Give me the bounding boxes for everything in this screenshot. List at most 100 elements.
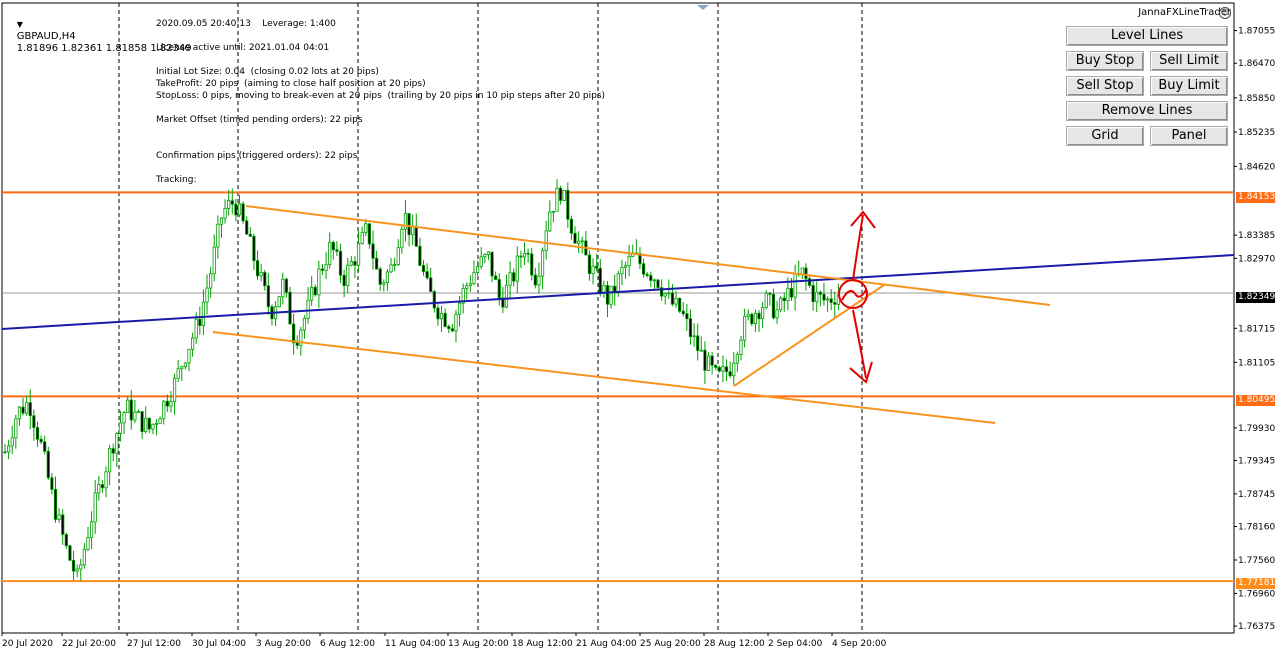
candle-body — [544, 230, 548, 252]
symbol-header: ▼ GBPAUD,H4 1.81896 1.82361 1.81858 1.82… — [4, 7, 192, 67]
chart-area[interactable]: 20 Jul 2020 22 Jul 20:00 27 Jul 12:00 30 Ju… — [0, 0, 1275, 652]
candle-body — [645, 273, 649, 276]
candle-body — [248, 233, 252, 237]
candle-body — [7, 445, 11, 453]
candle-body — [436, 307, 440, 320]
candle-body — [587, 254, 592, 275]
dropdown-triangle-icon[interactable]: ▼ — [17, 20, 23, 29]
candle-body — [169, 401, 173, 407]
candle-body — [302, 317, 307, 331]
scroll-marker-icon — [697, 5, 709, 10]
candle-body — [263, 272, 267, 287]
candle-body — [403, 213, 408, 230]
candle-body — [815, 291, 819, 303]
candle-body — [35, 427, 40, 440]
candle-body — [57, 514, 61, 520]
candle-body — [144, 417, 148, 432]
candle-body — [21, 406, 25, 414]
remove-lines-button[interactable]: Remove Lines — [1066, 101, 1228, 121]
grid-button[interactable]: Grid — [1066, 126, 1144, 146]
x-tick-label: 11 Aug 04:00 — [385, 639, 446, 649]
panel-button[interactable]: Panel — [1150, 126, 1228, 146]
candle-body — [771, 293, 776, 319]
candle-body — [580, 240, 584, 243]
candle-body — [627, 256, 631, 267]
candle-body — [118, 422, 123, 434]
candle-body — [443, 312, 447, 327]
candle-body — [111, 448, 115, 454]
brand-label: JannaFXLineTrader — [1138, 7, 1231, 18]
candle-body — [833, 302, 837, 305]
candle-body — [782, 297, 786, 302]
candle-body — [717, 366, 721, 372]
candle-body — [613, 285, 617, 293]
candle-body — [454, 313, 458, 332]
x-tick-label: 21 Aug 04:00 — [576, 639, 637, 649]
candle-body — [497, 279, 501, 299]
candle-body — [512, 272, 516, 282]
candle-body — [476, 266, 480, 273]
candle-body — [522, 252, 527, 258]
level-lines-button[interactable]: Level Lines — [1066, 26, 1228, 46]
y-tick-label: 1.87055 — [1238, 27, 1275, 37]
candle-body — [735, 354, 739, 364]
candle-body — [519, 255, 523, 258]
blue-trend-line — [1, 254, 1235, 330]
candle-body — [140, 411, 144, 432]
sell-limit-button[interactable]: Sell Limit — [1150, 51, 1228, 71]
candle-body — [284, 278, 289, 293]
candle-body — [602, 284, 606, 293]
buy-limit-button[interactable]: Buy Limit — [1150, 76, 1228, 96]
candle-body — [385, 271, 390, 284]
sell-stop-button[interactable]: Sell Stop — [1066, 76, 1144, 96]
candle-body — [591, 265, 595, 275]
candle-body — [320, 268, 325, 271]
candle-body — [165, 400, 169, 407]
candle-body — [328, 241, 332, 266]
candle-body — [825, 298, 830, 301]
x-tick-label: 25 Aug 20:00 — [640, 639, 701, 649]
candle-body — [696, 335, 700, 351]
candle-body — [3, 451, 7, 454]
candle-body — [425, 271, 429, 279]
candle-body — [187, 348, 191, 364]
candle-body — [241, 203, 245, 222]
candle-body — [732, 362, 736, 377]
candle-body — [230, 200, 234, 205]
candle-body — [530, 253, 534, 276]
candle-body — [400, 228, 404, 249]
candle-body — [82, 548, 86, 566]
candle-body — [746, 313, 750, 317]
candle-body — [775, 309, 779, 319]
candle-body — [699, 349, 703, 352]
candle-body — [25, 402, 29, 414]
candle-body — [598, 267, 602, 293]
candle-body — [786, 287, 790, 302]
candle-body — [555, 187, 559, 212]
candle-body — [338, 250, 343, 276]
candle-body — [324, 264, 328, 271]
candle-body — [209, 273, 213, 289]
candle-body — [346, 264, 350, 287]
candle-body — [86, 536, 90, 550]
candle-body — [753, 312, 758, 325]
y-tick-label: 1.79345 — [1238, 456, 1275, 466]
candle-body — [742, 315, 747, 341]
y-tick-label: 1.84620 — [1238, 162, 1275, 172]
y-tick-label: 1.78160 — [1238, 523, 1275, 533]
candle-body — [649, 275, 653, 281]
buy-stop-button[interactable]: Buy Stop — [1066, 51, 1144, 71]
x-tick-label: 13 Aug 20:00 — [448, 639, 509, 649]
candle-body — [183, 362, 187, 368]
candle-body — [53, 488, 58, 520]
candle-body — [533, 274, 537, 286]
candle-body — [104, 471, 108, 489]
candle-body — [393, 264, 397, 266]
candle-body — [450, 328, 454, 332]
candle-body — [800, 267, 804, 275]
candle-body — [212, 246, 216, 275]
candle-body — [71, 559, 76, 572]
candle-body — [728, 371, 732, 377]
y-tick-label: 1.76375 — [1238, 622, 1275, 632]
candle-body — [457, 302, 462, 315]
